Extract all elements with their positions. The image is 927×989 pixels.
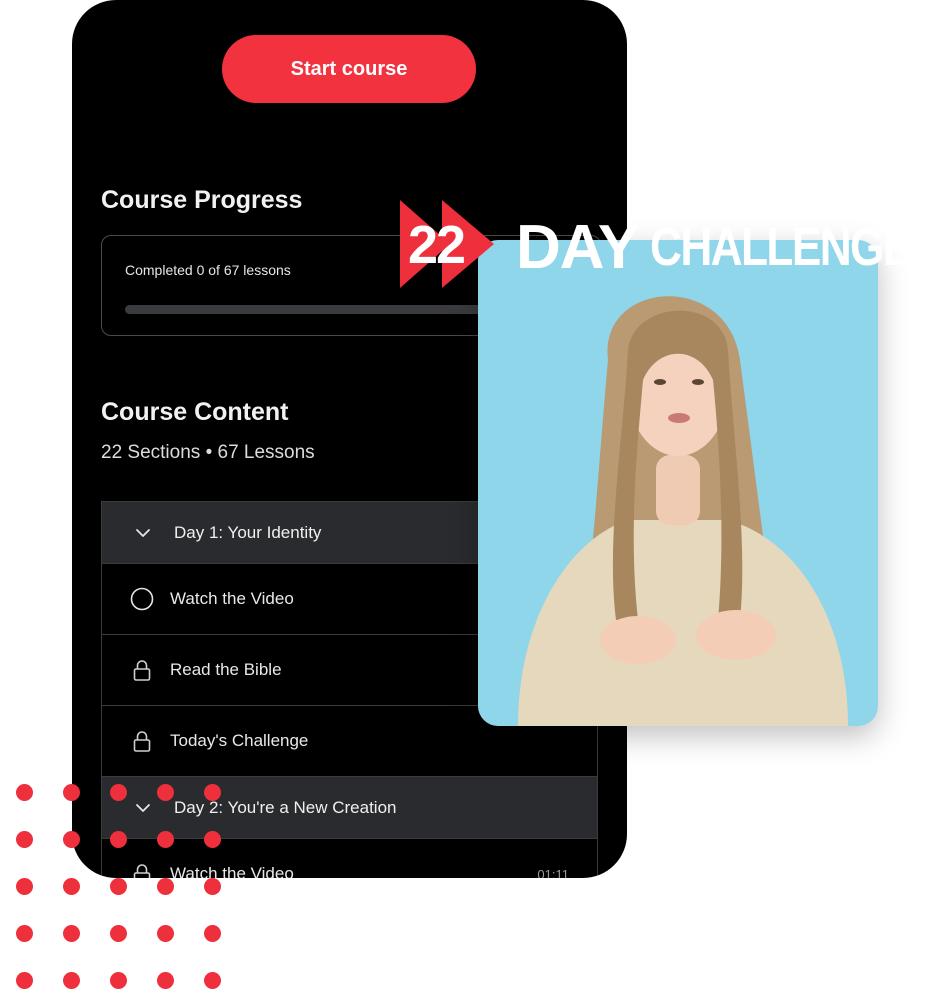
decorative-dot [110,784,127,801]
section-title: Day 1: Your Identity [174,522,322,542]
decorative-dot [63,831,80,848]
lesson-title: Read the Bible [170,660,282,679]
decorative-dot [63,784,80,801]
lesson-duration: 01:11 [537,866,569,879]
lock-icon [133,731,151,752]
lesson-title: Today's Challenge [170,731,309,750]
decorative-dot [16,972,33,989]
logo-day: DAY [516,213,639,282]
circle-icon [130,587,154,611]
decorative-dot [204,925,221,942]
content-summary: 22 Sections • 67 Lessons [101,442,315,463]
decorative-dot [157,972,174,989]
decorative-dot [63,972,80,989]
progress-title: Course Progress [101,186,303,214]
decorative-dot [157,784,174,801]
logo-number: 22 [408,215,466,275]
lock-icon [133,660,151,681]
logo-challenge: CHALLENGE [650,217,912,277]
decorative-dot [204,972,221,989]
decorative-dot-grid [0,770,240,989]
decorative-dot [204,878,221,895]
decorative-dot [110,831,127,848]
decorative-dot [157,831,174,848]
video-preview[interactable] [478,240,878,726]
decorative-dot [110,925,127,942]
decorative-dot [110,972,127,989]
decorative-dot [63,878,80,895]
challenge-logo: 22 DAY CHALLENGE [398,198,918,290]
decorative-dot [157,878,174,895]
content-title: Course Content [101,398,289,426]
decorative-dot [16,784,33,801]
lesson-title: Watch the Video [170,589,294,608]
progress-label: Completed 0 of 67 lessons [125,262,291,278]
decorative-dot [63,925,80,942]
decorative-dot [16,878,33,895]
decorative-dot [16,831,33,848]
decorative-dot [204,831,221,848]
presenter-image [518,296,848,726]
decorative-dot [110,878,127,895]
decorative-dot [157,925,174,942]
chevron-down-icon [136,528,150,537]
decorative-dot [204,784,221,801]
start-course-button[interactable]: Start course [222,35,476,103]
decorative-dot [16,925,33,942]
